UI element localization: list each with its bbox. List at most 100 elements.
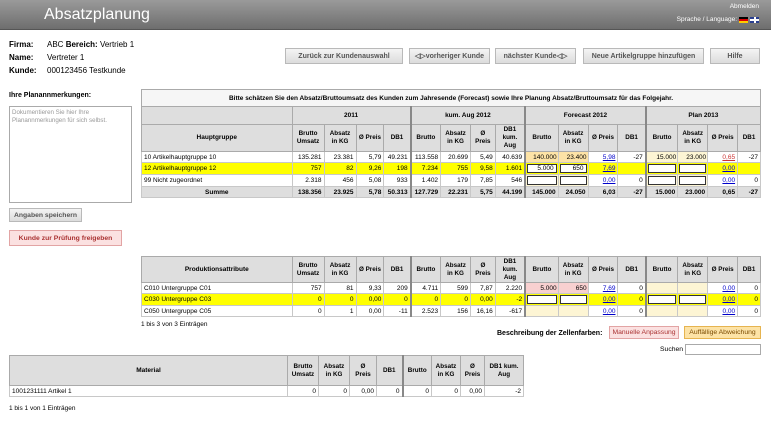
- value-input-cell[interactable]: [644, 174, 679, 187]
- column-header: Brutto: [524, 256, 559, 283]
- back-to-customer-button[interactable]: Zurück zur Kundenauswahl: [285, 48, 403, 64]
- column-header: Ø Preis: [355, 256, 385, 283]
- summary-cell: 22.231: [440, 186, 471, 198]
- value-input-cell[interactable]: [677, 305, 709, 317]
- value-input-cell[interactable]: [557, 305, 589, 317]
- value-cell: 0: [737, 293, 761, 306]
- value-cell: 0,00: [587, 174, 619, 187]
- price-link[interactable]: 0,00: [722, 177, 735, 184]
- summary-cell: 24.050: [557, 186, 589, 198]
- value-input-cell[interactable]: [677, 162, 709, 175]
- value-input[interactable]: [679, 176, 707, 185]
- price-link[interactable]: 7,69: [603, 165, 616, 172]
- price-link[interactable]: 0,65: [722, 154, 735, 161]
- logout-link[interactable]: Abmelden: [730, 3, 759, 10]
- value-input-cell[interactable]: 5.000: [524, 162, 559, 175]
- column-header: DB1: [617, 256, 647, 283]
- table-row: C050 Untergruppe C05 0 1 0,00 -11 2.523 156 16,…: [141, 305, 761, 317]
- value-input-cell[interactable]: 650: [557, 282, 589, 294]
- price-link[interactable]: 5,98: [603, 154, 616, 161]
- value-input-cell[interactable]: [677, 174, 709, 187]
- group-header-3: Plan 2013: [644, 106, 761, 125]
- value-input[interactable]: [647, 164, 677, 173]
- value-input[interactable]: 5.000: [527, 164, 557, 173]
- summary-cell: 145.000: [524, 186, 559, 198]
- value-input[interactable]: [559, 295, 587, 304]
- table-row: 10 Artikelhauptgruppe 10 135.281 23.381 5,7…: [141, 151, 761, 163]
- value-input-cell[interactable]: [644, 162, 679, 175]
- release-button[interactable]: Kunde zur Prüfung freigeben: [9, 230, 122, 246]
- column-header: Absatz in KG: [318, 355, 350, 386]
- value-cell: 0: [737, 174, 761, 187]
- price-link[interactable]: 0,00: [722, 285, 735, 292]
- value-input[interactable]: [647, 295, 677, 304]
- value-cell: 82: [323, 162, 357, 175]
- value-input-cell[interactable]: [524, 305, 559, 317]
- value-input[interactable]: 650: [559, 164, 587, 173]
- value-input-cell[interactable]: 23.400: [557, 151, 589, 163]
- value-input-cell[interactable]: 650: [557, 162, 589, 175]
- value-input-cell[interactable]: [677, 293, 709, 306]
- value-input[interactable]: [559, 176, 587, 185]
- column-header: Absatz in KG: [557, 256, 589, 283]
- value-cell: 7.234: [409, 162, 442, 175]
- price-link[interactable]: 0,00: [722, 308, 735, 315]
- group-header-0: 2011: [291, 106, 412, 125]
- german-flag-icon[interactable]: [739, 16, 748, 23]
- value-input-cell[interactable]: 15.000: [644, 151, 679, 163]
- main-group-table: Bitte schätzen Sie den Absatz/Bruttoumsa…: [141, 89, 761, 198]
- summary-cell: 5,78: [355, 186, 385, 198]
- group-header-2: Forecast 2012: [524, 106, 647, 125]
- value-input-cell[interactable]: 140.000: [524, 151, 559, 163]
- value-input-cell[interactable]: [644, 282, 679, 294]
- price-link[interactable]: 0,00: [722, 296, 735, 303]
- value-input[interactable]: [679, 164, 707, 173]
- value-cell: 0,00: [707, 174, 739, 187]
- row-label: 12 Artikelhauptgruppe 12: [141, 162, 293, 175]
- customer-info: Firma: ABC Bereich: Vertrieb 1 Name: Vertr…: [9, 38, 134, 77]
- value-cell: -11: [383, 305, 412, 317]
- value-input-cell[interactable]: [524, 293, 559, 306]
- prev-customer-button[interactable]: ◁▷ vorheriger Kunde: [409, 48, 490, 64]
- column-header: DB1: [376, 355, 403, 386]
- save-button[interactable]: Angaben speichern: [9, 208, 82, 222]
- value-cell: 0,00: [355, 305, 385, 317]
- value-input-cell[interactable]: 23.000: [677, 151, 709, 163]
- column-header: Absatz in KG: [431, 355, 461, 386]
- value-input-cell[interactable]: [524, 174, 559, 187]
- price-link[interactable]: 0,00: [603, 308, 616, 315]
- value-input-cell[interactable]: [644, 305, 679, 317]
- price-link[interactable]: 7,69: [603, 285, 616, 292]
- value-input[interactable]: [647, 176, 677, 185]
- help-button[interactable]: Hilfe: [710, 48, 760, 64]
- english-flag-icon[interactable]: [750, 16, 759, 23]
- value-input[interactable]: [527, 295, 557, 304]
- row-label: 10 Artikelhauptgruppe 10: [141, 151, 293, 163]
- price-link[interactable]: 0,00: [603, 296, 616, 303]
- price-link[interactable]: 0,00: [722, 165, 735, 172]
- value-cell: 0: [617, 282, 647, 294]
- value-cell: 757: [291, 162, 325, 175]
- value-cell: 4.711: [409, 282, 442, 294]
- value-cell: 0: [737, 282, 761, 294]
- value-input[interactable]: [679, 295, 707, 304]
- row-label: C050 Untergruppe C05: [141, 305, 293, 317]
- value-input[interactable]: [527, 176, 557, 185]
- search-input[interactable]: [685, 344, 761, 355]
- value-cell: 0: [617, 293, 647, 306]
- row-label: C010 Untergruppe C01: [141, 282, 293, 294]
- value-input-cell[interactable]: [557, 293, 589, 306]
- value-input-cell[interactable]: 5.000: [524, 282, 559, 294]
- value-cell: 0: [409, 293, 442, 306]
- next-customer-button[interactable]: nächster Kunde ◁▷: [495, 48, 576, 64]
- value-cell: 9,33: [355, 282, 385, 294]
- value-cell: 0: [318, 385, 350, 397]
- value-cell: 7,85: [469, 174, 496, 187]
- price-link[interactable]: 0,00: [603, 177, 616, 184]
- value-input-cell[interactable]: [557, 174, 589, 187]
- notes-textarea[interactable]: Dokumentieren Sie hier Ihre Planannmerku…: [9, 106, 132, 203]
- value-input-cell[interactable]: [644, 293, 679, 306]
- value-input-cell[interactable]: [677, 282, 709, 294]
- value-cell: [617, 162, 647, 175]
- add-group-button[interactable]: Neue Artikelgruppe hinzufügen: [583, 48, 704, 64]
